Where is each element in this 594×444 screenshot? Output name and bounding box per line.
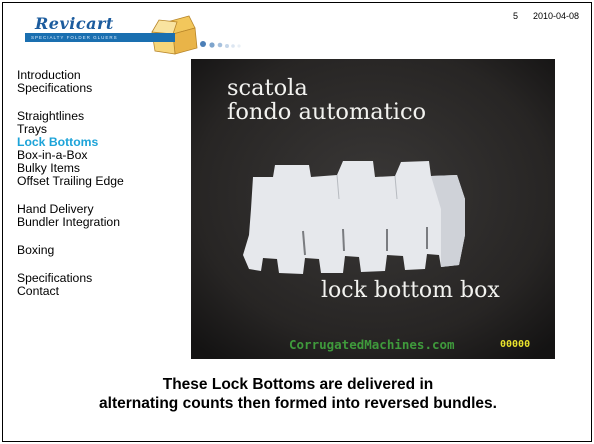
logo-text: Revicart [35, 14, 114, 33]
video-caption-line1: scatola [227, 75, 308, 101]
nav-group: Straightlines Trays Lock Bottoms Box-in-… [17, 110, 192, 188]
sidebar-nav: Introduction Specifications Straightline… [17, 69, 192, 313]
video-caption-line2: fondo automatico [227, 99, 427, 125]
slide: SPECIALTY FOLDER GLUERS Revicart 5 2010-… [2, 2, 592, 442]
slide-number: 5 [513, 11, 519, 21]
video-watermark: CorrugatedMachines.com [289, 337, 455, 352]
video-caption-line3: lock bottom box [321, 278, 500, 303]
video-frame-counter: 00000 [500, 339, 531, 350]
slide-caption: These Lock Bottoms are delivered in alte… [3, 375, 591, 413]
logo-tagline: SPECIALTY FOLDER GLUERS [31, 35, 118, 40]
nav-item-bundler-integration[interactable]: Bundler Integration [17, 216, 192, 229]
nav-item-boxing[interactable]: Boxing [17, 244, 192, 257]
nav-group: Introduction Specifications [17, 69, 192, 95]
nav-item-contact[interactable]: Contact [17, 285, 192, 298]
nav-group: Hand Delivery Bundler Integration [17, 203, 192, 229]
caption-line2: alternating counts then formed into reve… [99, 395, 497, 412]
nav-item-specifications[interactable]: Specifications [17, 82, 192, 95]
nav-item-offset-trailing-edge[interactable]: Offset Trailing Edge [17, 175, 192, 188]
caption-line1: These Lock Bottoms are delivered in [162, 376, 434, 393]
nav-group: Boxing [17, 244, 192, 257]
video-player[interactable]: scatola fondo automatico lock bottom box… [191, 59, 555, 359]
nav-group: Specifications Contact [17, 272, 192, 298]
revicart-logo: SPECIALTY FOLDER GLUERS Revicart [17, 8, 267, 56]
slide-date: 2010-04-08 [533, 11, 580, 21]
